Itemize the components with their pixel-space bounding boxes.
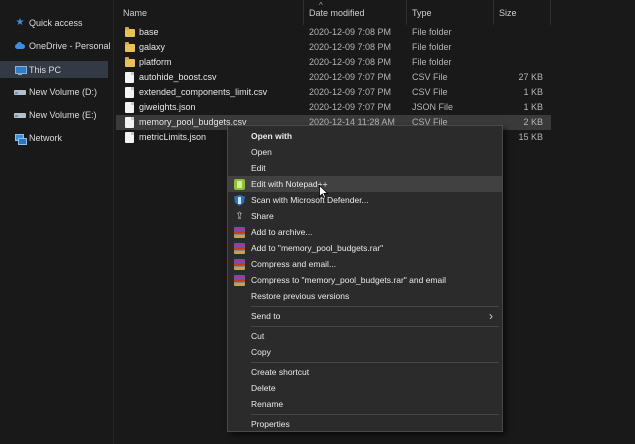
file-row[interactable]: giweights.json 2020-12-09 7:07 PM JSON F… [116,100,551,115]
menu-item-open-with[interactable]: Open with [228,128,502,144]
document-icon [125,102,134,113]
context-menu: Open with Open Edit Edit with Notepad++ … [227,125,503,432]
share-icon: ⇪ [235,211,244,222]
navigation-pane: ★ Quick access OneDrive - Personal This … [0,0,111,444]
file-type: File folder [412,57,452,67]
menu-separator [251,306,499,307]
menu-separator [251,414,499,415]
column-header-date[interactable]: Date modified [309,8,365,18]
nav-item-label: This PC [29,64,62,75]
file-row[interactable]: base 2020-12-09 7:08 PM File folder [116,25,551,40]
file-name: base [139,27,159,37]
column-header-name[interactable]: Name [123,8,147,18]
winrar-icon [234,275,245,286]
menu-item-edit[interactable]: Edit [228,160,502,176]
nav-item-volume-e[interactable]: New Volume (E:) [0,106,108,123]
notepad-plus-plus-icon [234,179,245,190]
file-type: CSV File [412,87,448,97]
folder-icon [125,27,135,38]
file-name: galaxy [139,42,166,52]
menu-item-compress-and-email[interactable]: Compress and email... [228,256,502,272]
menu-item-edit-with-notepad-plus-plus[interactable]: Edit with Notepad++ [228,176,502,192]
cloud-icon [14,41,26,51]
file-date: 2020-12-09 7:08 PM [309,27,392,37]
menu-item-restore-previous-versions[interactable]: Restore previous versions [228,288,502,304]
file-row[interactable]: extended_components_limit.csv 2020-12-09… [116,85,551,100]
menu-item-add-to-rar[interactable]: Add to "memory_pool_budgets.rar" [228,240,502,256]
file-type: JSON File [412,102,454,112]
drive-icon [14,87,26,97]
menu-item-create-shortcut[interactable]: Create shortcut [228,364,502,380]
folder-icon [125,57,135,68]
nav-item-volume-d[interactable]: New Volume (D:) [0,83,108,100]
menu-item-share[interactable]: ⇪ Share [228,208,502,224]
column-divider[interactable] [303,0,304,25]
file-date: 2020-12-09 7:07 PM [309,72,392,82]
defender-shield-icon [234,195,245,206]
winrar-icon [234,227,245,238]
file-name: extended_components_limit.csv [139,87,268,97]
file-date: 2020-12-09 7:08 PM [309,42,392,52]
document-icon [125,87,134,98]
computer-icon [14,65,27,75]
file-size: 27 KB [518,72,543,82]
document-icon [125,117,134,128]
folder-icon [125,42,135,53]
nav-item-network[interactable]: Network [0,129,108,146]
column-header-bar: Name ^ Date modified Type Size [114,0,635,25]
file-name: autohide_boost.csv [139,72,217,82]
nav-item-label: New Volume (D:) [29,86,98,97]
nav-item-quick-access[interactable]: ★ Quick access [0,14,108,31]
menu-item-cut[interactable]: Cut [228,328,502,344]
nav-item-label: OneDrive - Personal [29,40,111,51]
winrar-icon [234,243,245,254]
column-divider[interactable] [493,0,494,25]
column-header-type[interactable]: Type [412,8,432,18]
file-name: giweights.json [139,102,196,112]
file-row[interactable]: platform 2020-12-09 7:08 PM File folder [116,55,551,70]
document-icon [125,72,134,83]
menu-item-properties[interactable]: Properties [228,416,502,432]
menu-item-compress-to-rar-and-email[interactable]: Compress to "memory_pool_budgets.rar" an… [228,272,502,288]
nav-item-label: Network [29,132,63,143]
winrar-icon [234,259,245,270]
nav-item-label: New Volume (E:) [29,109,97,120]
nav-item-label: Quick access [29,17,83,28]
pane-splitter[interactable] [113,0,114,444]
nav-item-onedrive[interactable]: OneDrive - Personal [0,37,111,54]
file-date: 2020-12-09 7:07 PM [309,102,392,112]
file-size: 2 KB [523,117,543,127]
drive-icon [14,110,26,120]
menu-separator [251,362,499,363]
menu-item-delete[interactable]: Delete [228,380,502,396]
chevron-right-icon: › [489,309,493,323]
file-type: File folder [412,42,452,52]
file-name: platform [139,57,172,67]
column-divider[interactable] [550,0,551,25]
menu-item-open[interactable]: Open [228,144,502,160]
document-icon [125,132,134,143]
menu-item-rename[interactable]: Rename [228,396,502,412]
column-header-size[interactable]: Size [499,8,517,18]
mouse-cursor-icon [319,185,329,199]
menu-item-scan-with-defender[interactable]: Scan with Microsoft Defender... [228,192,502,208]
column-divider[interactable] [406,0,407,25]
file-type: File folder [412,27,452,37]
file-size: 15 KB [518,132,543,142]
network-icon [14,133,27,145]
menu-item-add-to-archive[interactable]: Add to archive... [228,224,502,240]
nav-item-this-pc[interactable]: This PC [0,61,108,78]
star-icon: ★ [15,16,25,28]
file-date: 2020-12-09 7:08 PM [309,57,392,67]
file-row[interactable]: galaxy 2020-12-09 7:08 PM File folder [116,40,551,55]
file-type: CSV File [412,72,448,82]
menu-item-copy[interactable]: Copy [228,344,502,360]
file-row[interactable]: autohide_boost.csv 2020-12-09 7:07 PM CS… [116,70,551,85]
menu-separator [251,326,499,327]
menu-item-send-to[interactable]: Send to › [228,308,502,324]
file-date: 2020-12-09 7:07 PM [309,87,392,97]
file-size: 1 KB [523,102,543,112]
file-name: metricLimits.json [139,132,207,142]
file-size: 1 KB [523,87,543,97]
